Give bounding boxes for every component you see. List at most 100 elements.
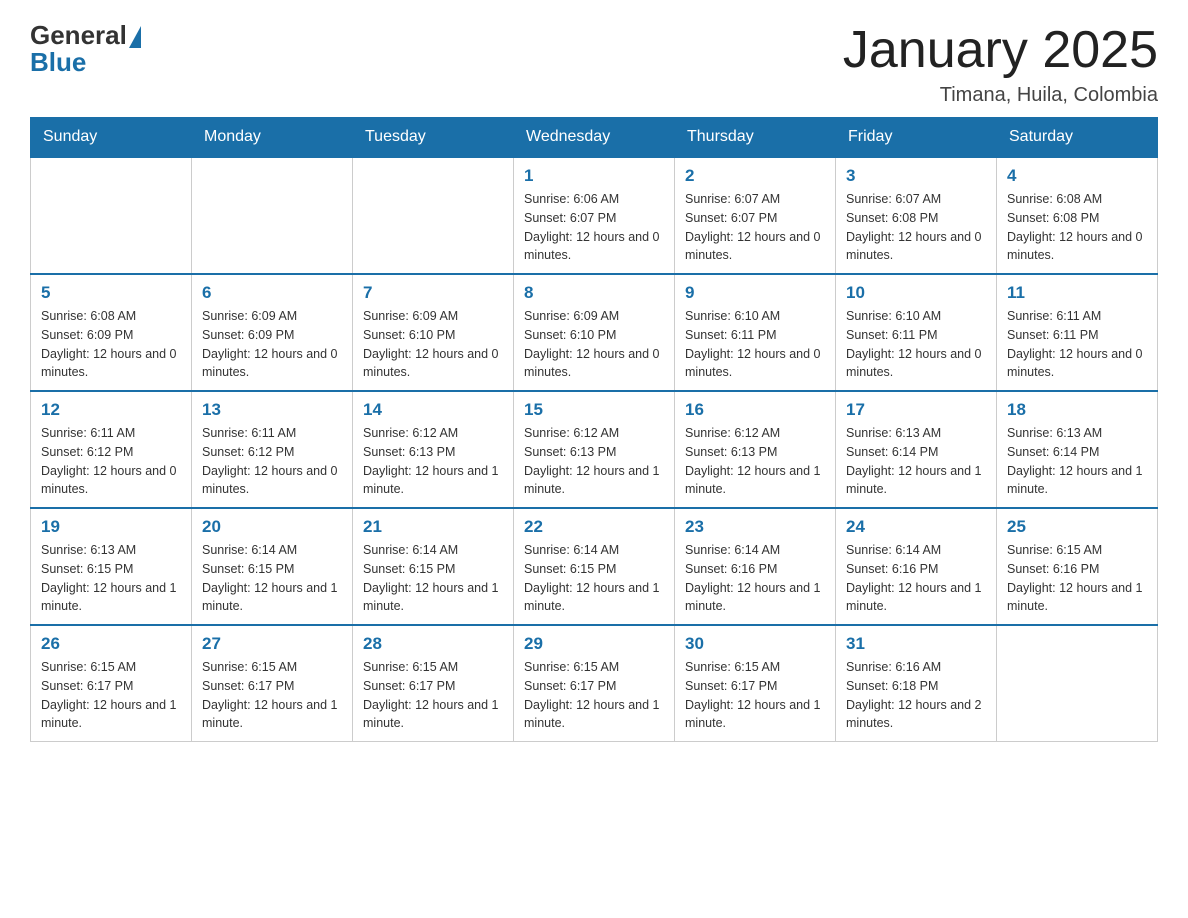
calendar-cell — [31, 157, 192, 274]
day-info: Sunrise: 6:12 AM Sunset: 6:13 PM Dayligh… — [685, 424, 825, 499]
day-info: Sunrise: 6:13 AM Sunset: 6:15 PM Dayligh… — [41, 541, 181, 616]
day-info: Sunrise: 6:14 AM Sunset: 6:15 PM Dayligh… — [524, 541, 664, 616]
day-number: 30 — [685, 634, 825, 654]
day-number: 17 — [846, 400, 986, 420]
day-info: Sunrise: 6:09 AM Sunset: 6:10 PM Dayligh… — [363, 307, 503, 382]
day-number: 28 — [363, 634, 503, 654]
calendar-cell: 2 Sunrise: 6:07 AM Sunset: 6:07 PM Daylig… — [675, 157, 836, 274]
day-info: Sunrise: 6:10 AM Sunset: 6:11 PM Dayligh… — [846, 307, 986, 382]
day-number: 20 — [202, 517, 342, 537]
day-info: Sunrise: 6:14 AM Sunset: 6:15 PM Dayligh… — [363, 541, 503, 616]
calendar-cell: 28 Sunrise: 6:15 AM Sunset: 6:17 PM Dayli… — [353, 625, 514, 742]
day-number: 5 — [41, 283, 181, 303]
week-row-4: 19 Sunrise: 6:13 AM Sunset: 6:15 PM Dayli… — [31, 508, 1158, 625]
day-info: Sunrise: 6:11 AM Sunset: 6:12 PM Dayligh… — [202, 424, 342, 499]
calendar-cell: 15 Sunrise: 6:12 AM Sunset: 6:13 PM Dayli… — [514, 391, 675, 508]
calendar-cell: 29 Sunrise: 6:15 AM Sunset: 6:17 PM Dayli… — [514, 625, 675, 742]
weekday-header-sunday: Sunday — [31, 118, 192, 158]
day-info: Sunrise: 6:09 AM Sunset: 6:09 PM Dayligh… — [202, 307, 342, 382]
day-info: Sunrise: 6:07 AM Sunset: 6:08 PM Dayligh… — [846, 190, 986, 265]
weekday-header-friday: Friday — [836, 118, 997, 158]
day-info: Sunrise: 6:11 AM Sunset: 6:11 PM Dayligh… — [1007, 307, 1147, 382]
day-info: Sunrise: 6:15 AM Sunset: 6:17 PM Dayligh… — [202, 658, 342, 733]
calendar-cell: 11Sunrise: 6:11 AM Sunset: 6:11 PM Dayli… — [997, 274, 1158, 391]
calendar-cell: 9 Sunrise: 6:10 AM Sunset: 6:11 PM Daylig… — [675, 274, 836, 391]
calendar-cell: 17Sunrise: 6:13 AM Sunset: 6:14 PM Dayli… — [836, 391, 997, 508]
calendar-cell: 27 Sunrise: 6:15 AM Sunset: 6:17 PM Dayli… — [192, 625, 353, 742]
calendar-cell — [192, 157, 353, 274]
calendar-cell: 31Sunrise: 6:16 AM Sunset: 6:18 PM Dayli… — [836, 625, 997, 742]
day-number: 22 — [524, 517, 664, 537]
day-number: 3 — [846, 166, 986, 186]
calendar-cell: 23Sunrise: 6:14 AM Sunset: 6:16 PM Dayli… — [675, 508, 836, 625]
calendar-cell: 22 Sunrise: 6:14 AM Sunset: 6:15 PM Dayli… — [514, 508, 675, 625]
day-number: 12 — [41, 400, 181, 420]
calendar-cell: 16Sunrise: 6:12 AM Sunset: 6:13 PM Dayli… — [675, 391, 836, 508]
calendar-cell: 13Sunrise: 6:11 AM Sunset: 6:12 PM Dayli… — [192, 391, 353, 508]
weekday-header-thursday: Thursday — [675, 118, 836, 158]
calendar-cell: 7 Sunrise: 6:09 AM Sunset: 6:10 PM Daylig… — [353, 274, 514, 391]
weekday-header-row: SundayMondayTuesdayWednesdayThursdayFrid… — [31, 118, 1158, 158]
day-number: 10 — [846, 283, 986, 303]
calendar-cell — [997, 625, 1158, 742]
day-info: Sunrise: 6:09 AM Sunset: 6:10 PM Dayligh… — [524, 307, 664, 382]
day-info: Sunrise: 6:10 AM Sunset: 6:11 PM Dayligh… — [685, 307, 825, 382]
week-row-2: 5Sunrise: 6:08 AM Sunset: 6:09 PM Daylig… — [31, 274, 1158, 391]
day-info: Sunrise: 6:14 AM Sunset: 6:16 PM Dayligh… — [685, 541, 825, 616]
day-info: Sunrise: 6:12 AM Sunset: 6:13 PM Dayligh… — [524, 424, 664, 499]
calendar-cell: 24 Sunrise: 6:14 AM Sunset: 6:16 PM Dayli… — [836, 508, 997, 625]
calendar-cell: 12 Sunrise: 6:11 AM Sunset: 6:12 PM Dayli… — [31, 391, 192, 508]
calendar-cell: 21 Sunrise: 6:14 AM Sunset: 6:15 PM Dayli… — [353, 508, 514, 625]
day-info: Sunrise: 6:16 AM Sunset: 6:18 PM Dayligh… — [846, 658, 986, 733]
day-number: 19 — [41, 517, 181, 537]
day-info: Sunrise: 6:12 AM Sunset: 6:13 PM Dayligh… — [363, 424, 503, 499]
title-section: January 2025 Timana, Huila, Colombia — [843, 20, 1158, 107]
day-number: 1 — [524, 166, 664, 186]
calendar-cell: 1 Sunrise: 6:06 AM Sunset: 6:07 PM Daylig… — [514, 157, 675, 274]
day-info: Sunrise: 6:14 AM Sunset: 6:16 PM Dayligh… — [846, 541, 986, 616]
weekday-header-tuesday: Tuesday — [353, 118, 514, 158]
calendar-cell: 18 Sunrise: 6:13 AM Sunset: 6:14 PM Dayli… — [997, 391, 1158, 508]
day-number: 2 — [685, 166, 825, 186]
day-info: Sunrise: 6:13 AM Sunset: 6:14 PM Dayligh… — [1007, 424, 1147, 499]
calendar-cell: 6Sunrise: 6:09 AM Sunset: 6:09 PM Daylig… — [192, 274, 353, 391]
logo: General Blue — [30, 20, 141, 78]
day-number: 29 — [524, 634, 664, 654]
calendar-cell: 3 Sunrise: 6:07 AM Sunset: 6:08 PM Daylig… — [836, 157, 997, 274]
weekday-header-saturday: Saturday — [997, 118, 1158, 158]
day-number: 9 — [685, 283, 825, 303]
calendar-cell: 14 Sunrise: 6:12 AM Sunset: 6:13 PM Dayli… — [353, 391, 514, 508]
calendar-cell: 30 Sunrise: 6:15 AM Sunset: 6:17 PM Dayli… — [675, 625, 836, 742]
day-info: Sunrise: 6:14 AM Sunset: 6:15 PM Dayligh… — [202, 541, 342, 616]
calendar-cell: 4Sunrise: 6:08 AM Sunset: 6:08 PM Daylig… — [997, 157, 1158, 274]
week-row-3: 12 Sunrise: 6:11 AM Sunset: 6:12 PM Dayli… — [31, 391, 1158, 508]
day-number: 18 — [1007, 400, 1147, 420]
calendar-cell: 20 Sunrise: 6:14 AM Sunset: 6:15 PM Dayli… — [192, 508, 353, 625]
day-number: 24 — [846, 517, 986, 537]
day-info: Sunrise: 6:11 AM Sunset: 6:12 PM Dayligh… — [41, 424, 181, 499]
calendar-cell: 10 Sunrise: 6:10 AM Sunset: 6:11 PM Dayli… — [836, 274, 997, 391]
day-number: 15 — [524, 400, 664, 420]
day-info: Sunrise: 6:15 AM Sunset: 6:17 PM Dayligh… — [363, 658, 503, 733]
week-row-1: 1 Sunrise: 6:06 AM Sunset: 6:07 PM Daylig… — [31, 157, 1158, 274]
day-number: 7 — [363, 283, 503, 303]
day-number: 4 — [1007, 166, 1147, 186]
day-number: 21 — [363, 517, 503, 537]
day-number: 14 — [363, 400, 503, 420]
weekday-header-monday: Monday — [192, 118, 353, 158]
day-number: 8 — [524, 283, 664, 303]
weekday-header-wednesday: Wednesday — [514, 118, 675, 158]
calendar-cell: 26Sunrise: 6:15 AM Sunset: 6:17 PM Dayli… — [31, 625, 192, 742]
day-number: 26 — [41, 634, 181, 654]
calendar-cell: 8 Sunrise: 6:09 AM Sunset: 6:10 PM Daylig… — [514, 274, 675, 391]
day-info: Sunrise: 6:07 AM Sunset: 6:07 PM Dayligh… — [685, 190, 825, 265]
calendar-cell: 19 Sunrise: 6:13 AM Sunset: 6:15 PM Dayli… — [31, 508, 192, 625]
calendar-table: SundayMondayTuesdayWednesdayThursdayFrid… — [30, 117, 1158, 742]
calendar-title: January 2025 — [843, 20, 1158, 80]
day-info: Sunrise: 6:15 AM Sunset: 6:16 PM Dayligh… — [1007, 541, 1147, 616]
day-number: 25 — [1007, 517, 1147, 537]
day-number: 27 — [202, 634, 342, 654]
day-info: Sunrise: 6:15 AM Sunset: 6:17 PM Dayligh… — [685, 658, 825, 733]
day-info: Sunrise: 6:06 AM Sunset: 6:07 PM Dayligh… — [524, 190, 664, 265]
day-info: Sunrise: 6:15 AM Sunset: 6:17 PM Dayligh… — [524, 658, 664, 733]
